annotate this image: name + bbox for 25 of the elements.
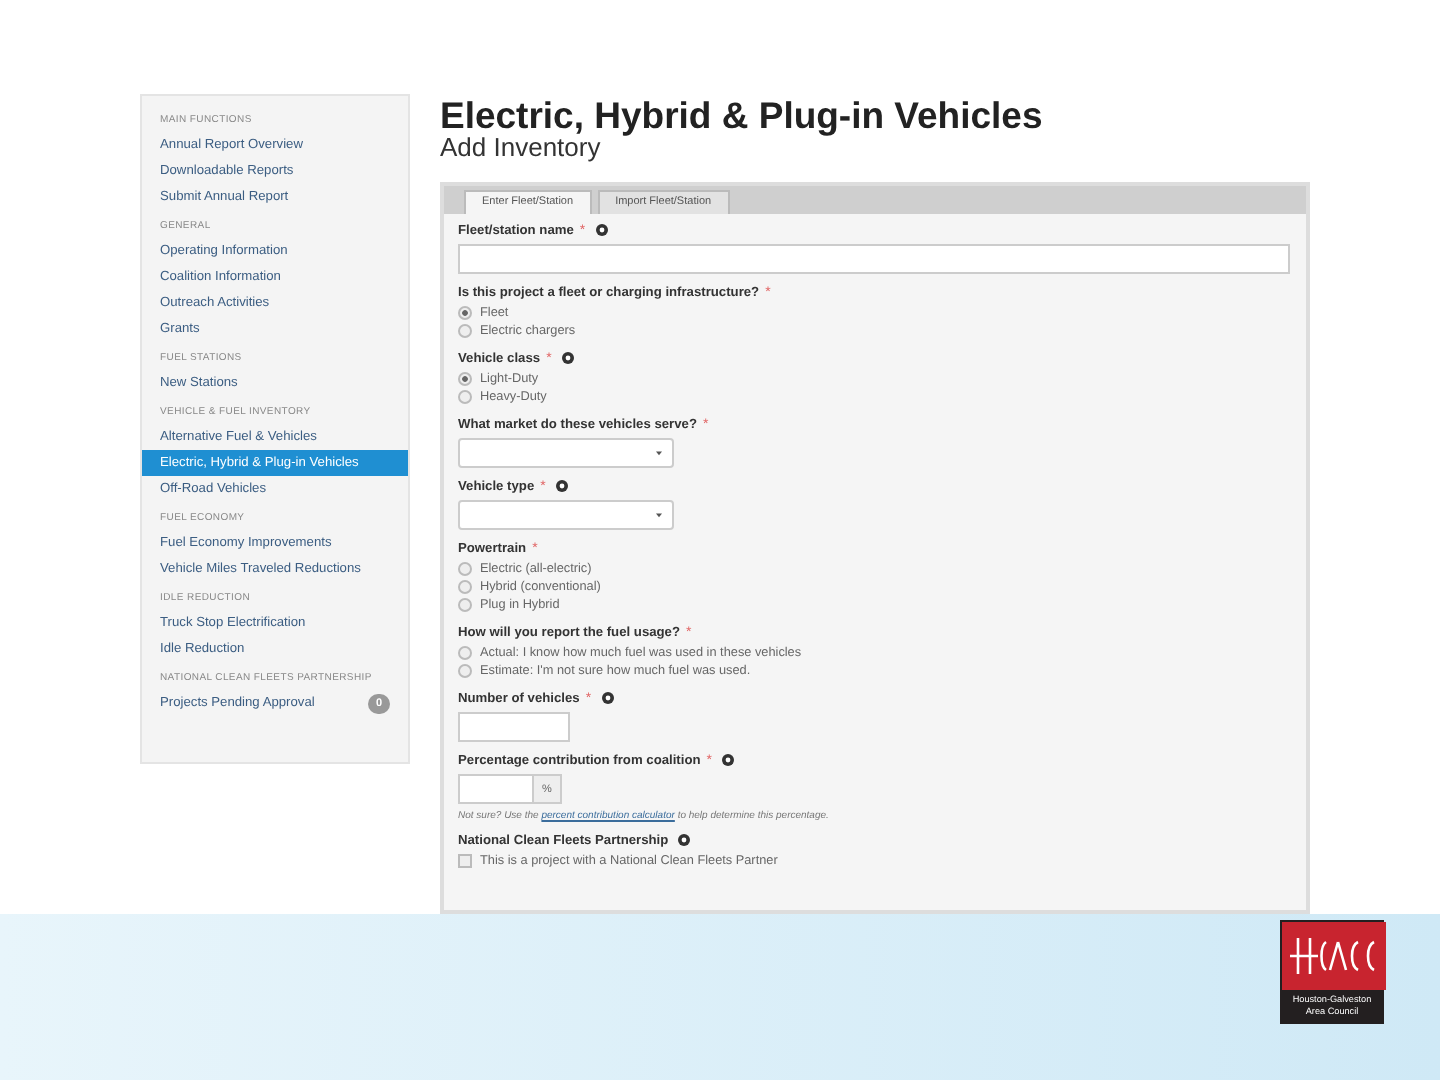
radio-button[interactable]: [458, 598, 472, 612]
percent-input-field[interactable]: [458, 774, 534, 804]
help-icon[interactable]: [678, 834, 691, 846]
radio-button[interactable]: [458, 664, 472, 678]
help-icon[interactable]: [561, 352, 574, 364]
radio-button[interactable]: [458, 372, 472, 386]
help-icon[interactable]: [595, 224, 608, 236]
radio-button[interactable]: [458, 306, 472, 320]
caret-icon: [656, 512, 662, 518]
page-subtitle: Add Inventory: [440, 134, 601, 162]
page-title: Electric, Hybrid & Plug-in Vehicles: [440, 98, 1045, 134]
radio-button[interactable]: [458, 324, 472, 338]
radio-button[interactable]: [458, 562, 472, 576]
logo-mark-icon: [1282, 922, 1386, 990]
radio-button[interactable]: [458, 390, 472, 404]
caret-icon: [656, 450, 662, 456]
text-input-field[interactable]: [458, 244, 1290, 274]
help-icon[interactable]: [722, 754, 734, 766]
select-dropdown[interactable]: [458, 438, 674, 468]
number-input-field[interactable]: [458, 712, 570, 742]
radio-button[interactable]: [458, 646, 472, 660]
radio-button[interactable]: [458, 580, 472, 594]
checkbox[interactable]: [458, 854, 472, 868]
help-icon[interactable]: [555, 480, 568, 492]
help-icon[interactable]: [601, 692, 614, 704]
